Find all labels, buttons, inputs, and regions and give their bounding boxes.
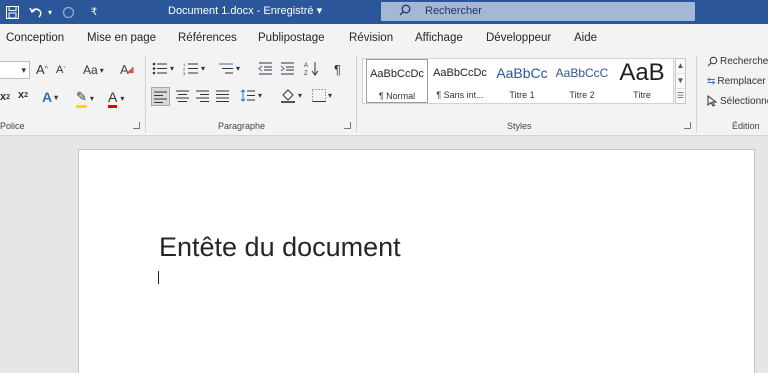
svg-text:A: A [304,63,308,69]
clear-formatting-button[interactable]: A ◢ [120,62,134,77]
sort-button[interactable]: AZ [304,61,319,76]
group-label-police: Police [0,121,25,131]
tab-aide[interactable]: Aide [574,32,597,44]
document-title[interactable]: Document 1.docx - Enregistré ▾ [168,4,322,17]
sort-icon: AZ [304,62,319,76]
borders-icon [312,89,326,102]
change-case-button[interactable]: Aa ▾ [83,63,104,77]
group-label-edition: Édition [732,121,760,131]
borders-button[interactable]: ▾ [312,89,332,102]
bullets-button[interactable]: ▾ [152,62,174,75]
customize-quick-access-icon[interactable]: ₹ [88,3,100,21]
tab-affichage[interactable]: Affichage [415,32,463,44]
align-right-button[interactable] [196,90,209,102]
numbering-button[interactable]: 1 2 3 ▾ [183,62,205,75]
style-sans-interligne[interactable]: AaBbCcDc ¶ Sans int... [429,59,491,103]
undo-dropdown-icon[interactable]: ▾ [45,3,55,21]
styles-scroll: ▲ ▼ ☰ [675,58,686,104]
tab-publipostage[interactable]: Publipostage [258,32,325,44]
numbered-list-icon: 123 [183,62,198,75]
find-button[interactable]: Rechercher [707,56,768,67]
more-styles-icon[interactable]: ☰ [676,89,685,104]
justify-icon [216,90,229,102]
multilevel-list-button[interactable]: ▾ [218,62,240,75]
align-center-icon [176,90,189,102]
search-icon [399,4,411,19]
svg-text:3: 3 [183,71,186,75]
font-size-box[interactable]: ▾ [0,61,30,79]
align-right-icon [196,90,209,102]
grow-font-button[interactable]: A ^ [36,62,48,77]
scroll-up-icon[interactable]: ▲ [676,59,685,74]
align-left-button[interactable] [151,87,170,106]
multilevel-list-icon [219,63,233,74]
style-titre-2[interactable]: AaBbCcC Titre 2 [551,59,613,103]
style-titre[interactable]: AaB Titre [611,59,673,103]
redo-icon[interactable] [60,3,76,21]
replace-icon: ⇆ [707,76,716,87]
shrink-font-button[interactable]: Aˇ [56,64,66,76]
highlighter-icon: ✎ [76,89,87,108]
text-cursor [158,271,159,284]
document-page[interactable]: Entête du document [78,149,755,373]
undo-icon[interactable] [28,3,44,21]
police-launcher-icon[interactable] [133,122,140,129]
group-label-styles: Styles [507,121,532,131]
style-titre-1[interactable]: AaBbCc Titre 1 [491,59,553,103]
search-box[interactable]: Rechercher [381,2,695,21]
justify-button[interactable] [216,90,229,102]
group-separator [356,56,357,132]
tab-mise-en-page[interactable]: Mise en page [87,32,156,44]
search-icon [707,56,718,67]
scroll-down-icon[interactable]: ▼ [676,74,685,89]
align-center-button[interactable] [176,90,189,102]
group-separator [145,56,146,132]
increase-indent-icon [280,62,294,75]
styles-launcher-icon[interactable] [684,122,691,129]
group-label-paragraphe: Paragraphe [218,121,266,131]
select-button[interactable]: Sélectionner [707,95,768,107]
show-marks-button[interactable]: ¶ [334,62,341,77]
tab-developpeur[interactable]: Développeur [486,32,551,44]
superscript-button[interactable]: x2 [18,89,28,101]
subscript-button[interactable]: x2 [0,91,10,103]
decrease-indent-button[interactable] [258,62,273,75]
tab-conception[interactable]: Conception [6,32,64,44]
align-left-icon [154,91,167,103]
tab-references[interactable]: Références [178,32,237,44]
paragraphe-launcher-icon[interactable] [344,122,351,129]
styles-gallery: AaBbCcDc ¶ Normal AaBbCcDc ¶ Sans int...… [362,58,674,104]
title-bar: ▾ ₹ Document 1.docx - Enregistré ▾ Reche… [0,0,768,24]
svg-text:Z: Z [304,71,308,76]
highlight-button[interactable]: ✎ ▾ [76,89,94,108]
ribbon-tabs: Conception Mise en page Références Publi… [0,24,768,52]
bullet-list-icon [152,62,167,75]
style-normal[interactable]: AaBbCcDc ¶ Normal [366,59,428,103]
replace-button[interactable]: ⇆ Remplacer [707,76,766,87]
cursor-arrow-icon [707,95,718,107]
text-effects-button[interactable]: A ▾ [42,89,58,105]
pilcrow-icon: ¶ [334,62,341,77]
line-spacing-icon [240,89,255,102]
tab-revision[interactable]: Révision [349,32,393,44]
font-color-button[interactable]: A ▾ [108,89,124,108]
document-heading[interactable]: Entête du document [159,232,401,263]
group-separator [696,56,697,132]
decrease-indent-icon [258,62,272,75]
search-label: Rechercher [425,5,482,17]
chevron-down-icon: ▾ [21,64,26,75]
increase-indent-button[interactable] [280,62,295,75]
save-icon[interactable] [4,3,20,21]
paint-bucket-icon [281,89,295,103]
shading-button[interactable]: ▾ [280,88,302,103]
line-spacing-button[interactable]: ▾ [240,89,262,102]
